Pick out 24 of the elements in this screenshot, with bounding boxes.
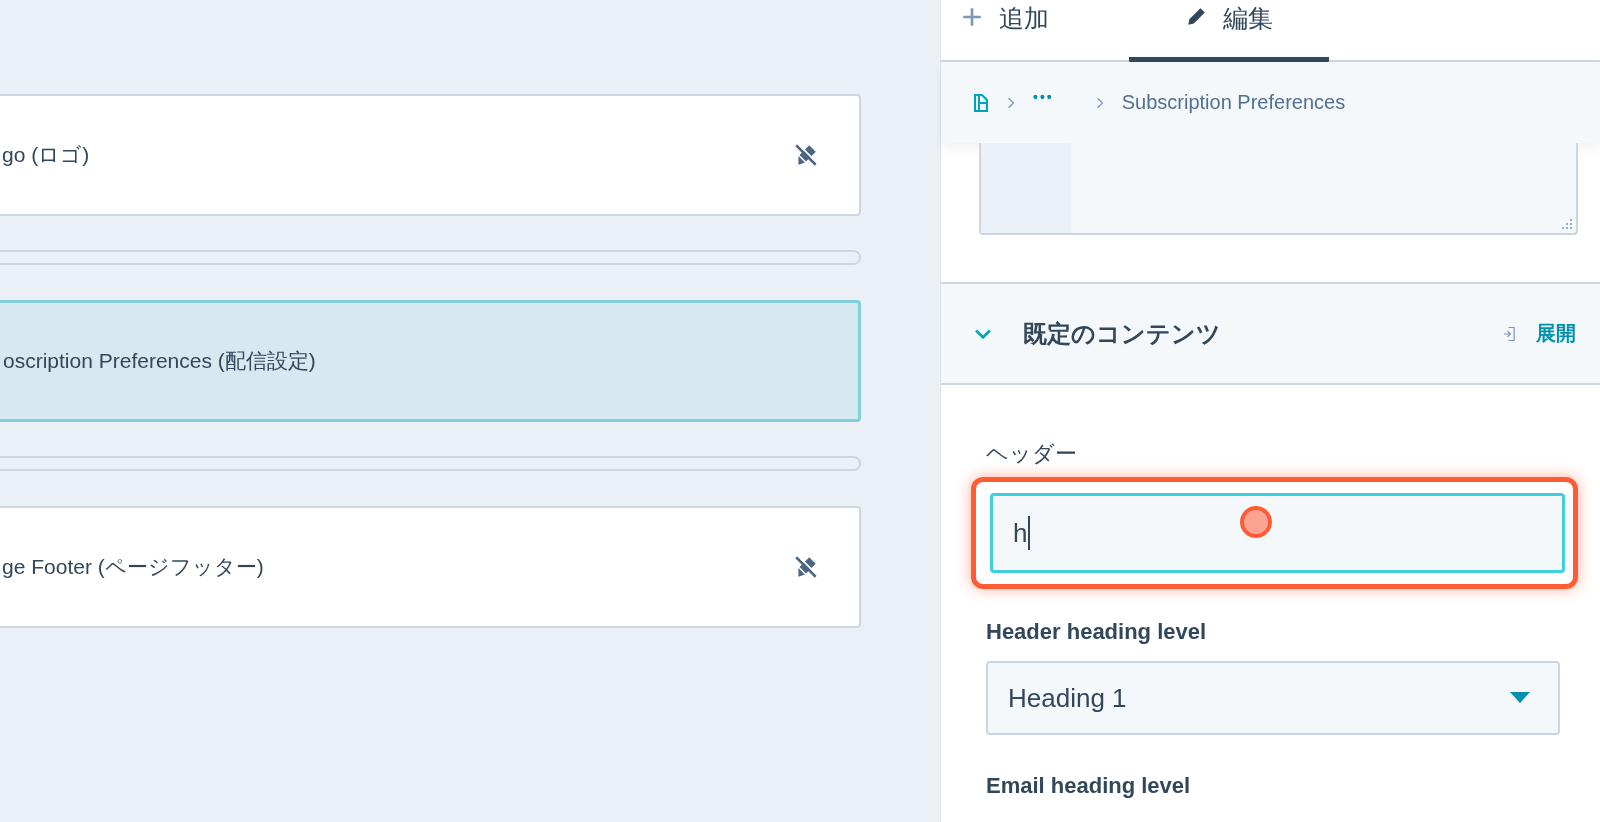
- header-input[interactable]: h: [990, 493, 1565, 573]
- field-label: Header heading level: [986, 619, 1208, 645]
- module-label: oscription Preferences (配信設定): [3, 348, 317, 374]
- expand-icon: [1503, 325, 1516, 342]
- module-card[interactable]: go (ロゴ): [0, 94, 861, 216]
- module-card[interactable]: oscription Preferences (配信設定): [0, 300, 861, 422]
- field-label: ヘッダー: [986, 440, 1078, 468]
- chevron-right-icon: [1095, 96, 1104, 109]
- module-label: ge Footer (ページフッター): [2, 554, 265, 580]
- module-label: go (ロゴ): [2, 142, 91, 168]
- page-icon[interactable]: [973, 93, 989, 112]
- dropdown-caret-icon: [1510, 692, 1530, 704]
- section-header[interactable]: 既定のコンテンツ 展開: [941, 284, 1600, 385]
- sidebar-tab[interactable]: 追加: [961, 0, 1089, 63]
- module-card[interactable]: ge Footer (ページフッター): [0, 506, 861, 628]
- resize-handle-icon[interactable]: [1562, 219, 1572, 229]
- chevron-right-icon: [1007, 96, 1015, 109]
- heading-select[interactable]: Heading 1: [986, 661, 1560, 735]
- section-title: 既定のコンテンツ: [1023, 318, 1221, 349]
- plus-icon: [961, 6, 983, 28]
- breadcrumb-current: Subscription Preferences: [1121, 91, 1346, 114]
- pencil-icon: [1185, 6, 1207, 28]
- text-area[interactable]: [979, 143, 1578, 235]
- field-label: Email heading level: [986, 773, 1192, 799]
